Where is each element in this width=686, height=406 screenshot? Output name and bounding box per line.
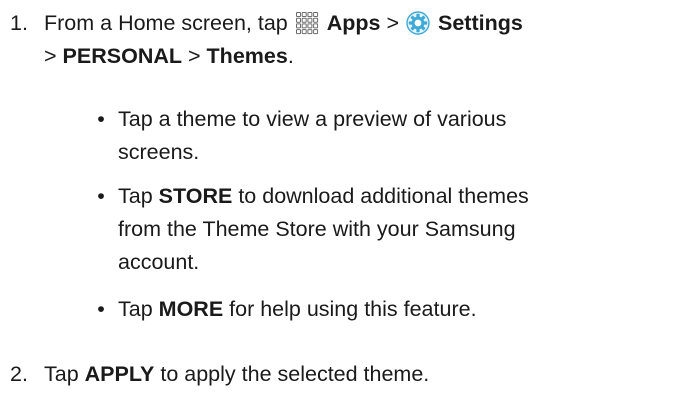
step-2-number: 2. (10, 362, 28, 386)
store-label: STORE (158, 184, 233, 208)
themes-label: Themes (206, 44, 288, 68)
step-1-line-2: > PERSONAL > Themes. (44, 44, 294, 68)
settings-label: Settings (438, 11, 523, 35)
apps-label: Apps (326, 11, 381, 35)
apply-label: APPLY (84, 362, 155, 386)
more-label: MORE (158, 297, 224, 321)
step-1-number: 1. (10, 11, 28, 35)
bullet-dot: • (97, 297, 105, 321)
step-1-line-1: From a Home screen, tap Apps > Settings (44, 11, 523, 35)
settings-gear-icon (406, 11, 430, 35)
bullet-dot: • (97, 107, 105, 131)
step-1-text: From a Home screen, tap Apps > Settings … (44, 7, 676, 73)
apps-grid-icon (295, 11, 319, 35)
personal-label: PERSONAL (62, 44, 183, 68)
instruction-document: 1. From a Home screen, tap Apps > Settin… (0, 0, 686, 406)
step-2-text: Tap APPLY to apply the selected theme. (44, 362, 430, 386)
bullet-dot: • (97, 184, 105, 208)
